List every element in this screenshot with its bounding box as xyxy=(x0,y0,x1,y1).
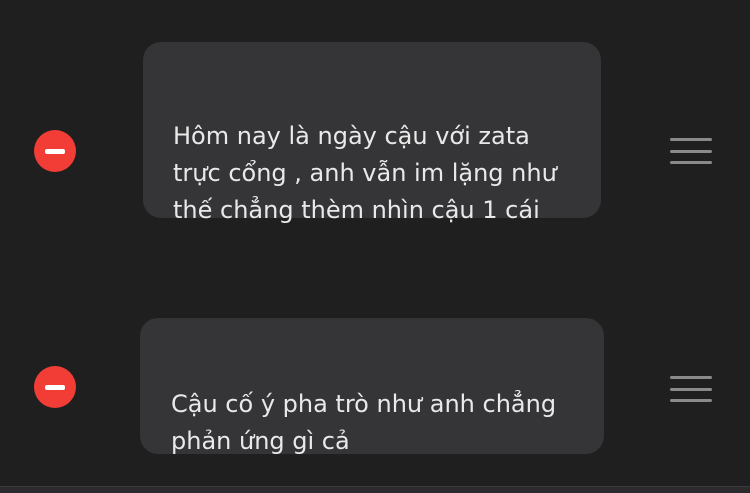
minus-circle-icon xyxy=(45,384,65,390)
list-item: Cậu cố ý pha trò như anh chẳng phản ứng … xyxy=(0,240,750,480)
minus-circle-icon xyxy=(45,148,65,154)
bottom-divider xyxy=(0,486,750,493)
message-text: Hôm nay là ngày cậu với zata trực cổng ,… xyxy=(173,122,557,224)
message-bubble[interactable]: Hôm nay là ngày cậu với zata trực cổng ,… xyxy=(143,42,601,224)
delete-button[interactable] xyxy=(34,130,76,172)
message-text: Cậu cố ý pha trò như anh chẳng phản ứng … xyxy=(171,390,557,455)
reorder-icon[interactable] xyxy=(670,138,712,164)
message-edit-list: Hôm nay là ngày cậu với zata trực cổng ,… xyxy=(0,0,750,493)
reorder-icon[interactable] xyxy=(670,376,712,402)
delete-button[interactable] xyxy=(34,366,76,408)
list-item: Hôm nay là ngày cậu với zata trực cổng ,… xyxy=(0,0,750,240)
message-bubble[interactable]: Cậu cố ý pha trò như anh chẳng phản ứng … xyxy=(140,318,604,455)
